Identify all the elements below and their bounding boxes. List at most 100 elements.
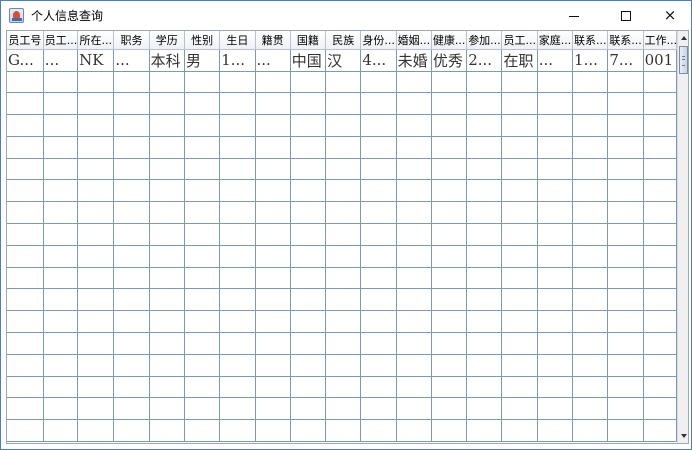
table-cell[interactable] bbox=[607, 267, 644, 290]
table-row[interactable] bbox=[7, 354, 678, 377]
table-cell[interactable] bbox=[607, 223, 644, 246]
table-cell[interactable] bbox=[77, 288, 115, 312]
table-cell[interactable] bbox=[643, 288, 678, 312]
table-cell[interactable] bbox=[466, 376, 503, 399]
table-cell[interactable] bbox=[219, 158, 256, 181]
table-cell[interactable] bbox=[255, 71, 291, 94]
table-cell[interactable] bbox=[466, 245, 503, 268]
table-cell[interactable]: 1... bbox=[219, 48, 256, 72]
table-cell[interactable] bbox=[537, 179, 574, 203]
table-cell[interactable] bbox=[360, 354, 397, 377]
table-cell[interactable] bbox=[290, 397, 327, 421]
table-cell[interactable] bbox=[396, 267, 432, 290]
table-cell[interactable]: 在职 bbox=[501, 48, 538, 72]
table-cell[interactable] bbox=[113, 136, 150, 159]
table-row[interactable] bbox=[7, 376, 678, 399]
table-cell[interactable] bbox=[43, 158, 79, 181]
table-cell[interactable] bbox=[431, 92, 468, 116]
table-cell[interactable] bbox=[219, 376, 256, 399]
table-cell[interactable] bbox=[325, 419, 362, 443]
table-cell[interactable] bbox=[643, 397, 678, 421]
table-cell[interactable] bbox=[7, 288, 44, 312]
table-row[interactable] bbox=[7, 136, 678, 159]
table-cell[interactable] bbox=[219, 354, 256, 377]
table-cell[interactable] bbox=[113, 267, 150, 290]
table-row[interactable] bbox=[7, 310, 678, 334]
table-cell[interactable] bbox=[501, 288, 538, 312]
table-row[interactable] bbox=[7, 71, 678, 94]
table-cell[interactable] bbox=[255, 397, 291, 421]
table-cell[interactable] bbox=[149, 332, 185, 355]
table-cell[interactable] bbox=[43, 136, 79, 159]
table-cell[interactable] bbox=[255, 158, 291, 181]
vertical-scrollbar[interactable] bbox=[677, 31, 688, 443]
table-cell[interactable] bbox=[607, 71, 644, 94]
table-cell[interactable] bbox=[113, 158, 150, 181]
table-cell[interactable] bbox=[255, 310, 291, 334]
table-cell[interactable] bbox=[219, 136, 256, 159]
table-cell[interactable] bbox=[290, 332, 327, 355]
table-cell[interactable] bbox=[149, 310, 185, 334]
table-cell[interactable] bbox=[219, 201, 256, 225]
table-cell[interactable] bbox=[643, 310, 678, 334]
table-cell[interactable] bbox=[7, 158, 44, 181]
table-cell[interactable] bbox=[113, 288, 150, 312]
table-cell[interactable] bbox=[43, 92, 79, 116]
table-cell[interactable] bbox=[501, 397, 538, 421]
table-cell[interactable] bbox=[396, 419, 432, 443]
table-cell[interactable] bbox=[396, 310, 432, 334]
table-cell[interactable] bbox=[149, 158, 185, 181]
table-cell[interactable] bbox=[607, 354, 644, 377]
table-cell[interactable] bbox=[77, 354, 115, 377]
table-cell[interactable] bbox=[643, 223, 678, 246]
table-cell[interactable] bbox=[431, 354, 468, 377]
table-row[interactable] bbox=[7, 288, 678, 312]
table-cell[interactable] bbox=[501, 376, 538, 399]
table-row[interactable] bbox=[7, 332, 678, 355]
table-row[interactable] bbox=[7, 92, 678, 116]
table-cell[interactable] bbox=[501, 332, 538, 355]
table-cell[interactable] bbox=[431, 71, 468, 94]
table-cell[interactable] bbox=[290, 419, 327, 443]
table-cell[interactable] bbox=[643, 92, 678, 116]
table-cell[interactable]: 未婚 bbox=[396, 48, 432, 72]
table-cell[interactable]: ... bbox=[537, 48, 574, 72]
table-cell[interactable] bbox=[325, 397, 362, 421]
table-cell[interactable] bbox=[149, 354, 185, 377]
table-cell[interactable] bbox=[113, 223, 150, 246]
table-cell[interactable] bbox=[572, 354, 609, 377]
table-cell[interactable] bbox=[643, 158, 678, 181]
column-header[interactable]: 职务 bbox=[113, 31, 150, 50]
table-cell[interactable] bbox=[290, 354, 327, 377]
table-cell[interactable] bbox=[77, 245, 115, 268]
table-cell[interactable] bbox=[255, 354, 291, 377]
table-row[interactable] bbox=[7, 245, 678, 268]
table-cell[interactable] bbox=[396, 71, 432, 94]
table-cell[interactable] bbox=[537, 71, 574, 94]
table-cell[interactable] bbox=[290, 71, 327, 94]
table-cell[interactable] bbox=[43, 245, 79, 268]
table-cell[interactable] bbox=[431, 223, 468, 246]
table-cell[interactable] bbox=[607, 397, 644, 421]
table-cell[interactable] bbox=[431, 288, 468, 312]
maximize-button[interactable] bbox=[603, 1, 649, 30]
table-cell[interactable]: 本科 bbox=[149, 48, 185, 72]
table-cell[interactable] bbox=[537, 267, 574, 290]
table-cell[interactable] bbox=[7, 376, 44, 399]
table-cell[interactable] bbox=[184, 136, 221, 159]
table-cell[interactable] bbox=[77, 179, 115, 203]
table-cell[interactable] bbox=[184, 179, 221, 203]
table-cell[interactable] bbox=[501, 310, 538, 334]
table-cell[interactable] bbox=[572, 310, 609, 334]
table-cell[interactable] bbox=[607, 310, 644, 334]
table-cell[interactable] bbox=[572, 201, 609, 225]
column-header[interactable]: 工作... bbox=[643, 31, 678, 50]
table-cell[interactable] bbox=[255, 179, 291, 203]
table-cell[interactable] bbox=[290, 223, 327, 246]
table-cell[interactable] bbox=[77, 136, 115, 159]
table-row[interactable] bbox=[7, 201, 678, 225]
column-header[interactable]: 参加... bbox=[466, 31, 503, 50]
table-cell[interactable] bbox=[501, 419, 538, 443]
table-cell[interactable] bbox=[360, 136, 397, 159]
table-cell[interactable] bbox=[643, 179, 678, 203]
